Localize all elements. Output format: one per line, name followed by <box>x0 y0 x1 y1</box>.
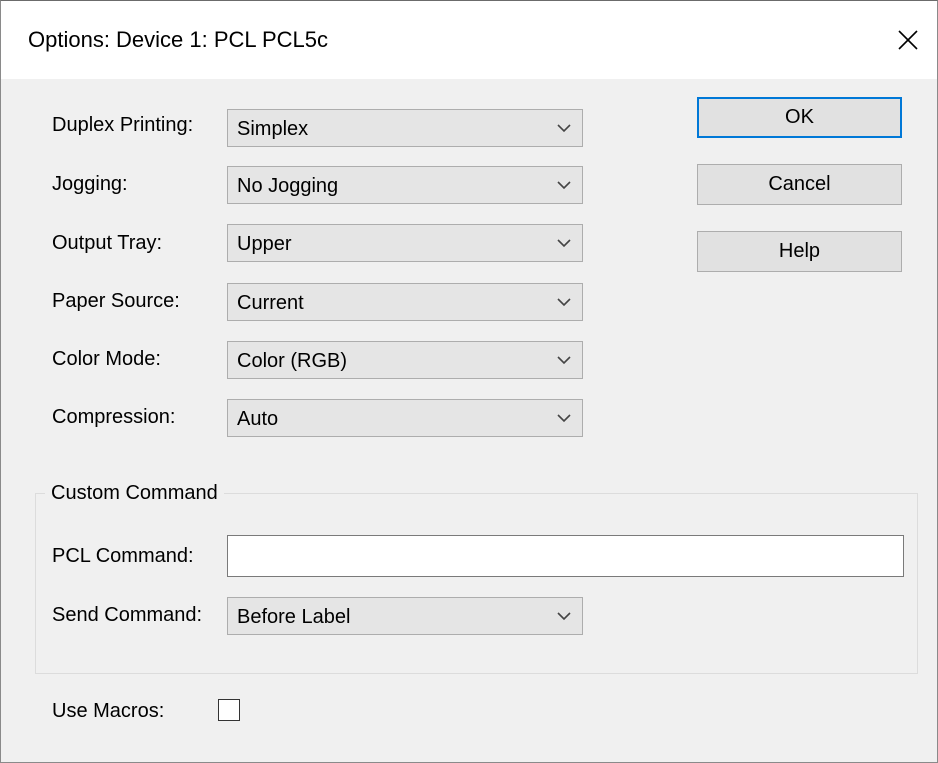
jogging-select[interactable]: No Jogging <box>227 166 583 204</box>
chevron-down-icon <box>557 181 571 190</box>
ok-button[interactable]: OK <box>697 97 902 138</box>
send-command-value: Before Label <box>237 606 351 628</box>
chevron-down-icon <box>557 298 571 307</box>
chevron-down-icon <box>557 124 571 133</box>
use-macros-label: Use Macros: <box>52 700 165 722</box>
paper-source-value: Current <box>237 292 304 314</box>
output-tray-label: Output Tray: <box>52 232 163 254</box>
help-button[interactable]: Help <box>697 231 902 272</box>
color-mode-label: Color Mode: <box>52 348 161 370</box>
duplex-printing-label: Duplex Printing: <box>52 114 194 136</box>
dialog-body: Duplex Printing: Simplex Jogging: No Jog… <box>1 79 937 762</box>
pcl-command-label: PCL Command: <box>52 545 194 567</box>
custom-command-title: Custom Command <box>45 482 224 505</box>
color-mode-value: Color (RGB) <box>237 350 348 372</box>
compression-select[interactable]: Auto <box>227 399 583 437</box>
paper-source-select[interactable]: Current <box>227 283 583 321</box>
paper-source-label: Paper Source: <box>52 290 180 312</box>
close-icon <box>898 30 918 50</box>
chevron-down-icon <box>557 612 571 621</box>
color-mode-select[interactable]: Color (RGB) <box>227 341 583 379</box>
dialog-title: Options: Device 1: PCL PCL5c <box>28 27 328 52</box>
cancel-button[interactable]: Cancel <box>697 164 902 205</box>
use-macros-checkbox[interactable] <box>218 699 240 721</box>
title-bar: Options: Device 1: PCL PCL5c <box>1 1 937 79</box>
jogging-label: Jogging: <box>52 173 128 195</box>
duplex-printing-value: Simplex <box>237 118 309 140</box>
send-command-label: Send Command: <box>52 604 203 626</box>
chevron-down-icon <box>557 239 571 248</box>
duplex-printing-select[interactable]: Simplex <box>227 109 583 147</box>
send-command-select[interactable]: Before Label <box>227 597 583 635</box>
options-dialog: Options: Device 1: PCL PCL5c Duplex Prin… <box>0 0 938 763</box>
chevron-down-icon <box>557 356 571 365</box>
output-tray-select[interactable]: Upper <box>227 224 583 262</box>
compression-label: Compression: <box>52 406 176 428</box>
compression-value: Auto <box>237 408 279 430</box>
chevron-down-icon <box>557 414 571 423</box>
pcl-command-input[interactable] <box>227 535 904 577</box>
custom-command-group <box>35 493 918 674</box>
close-button[interactable] <box>879 1 937 79</box>
jogging-value: No Jogging <box>237 175 339 197</box>
output-tray-value: Upper <box>237 233 292 255</box>
